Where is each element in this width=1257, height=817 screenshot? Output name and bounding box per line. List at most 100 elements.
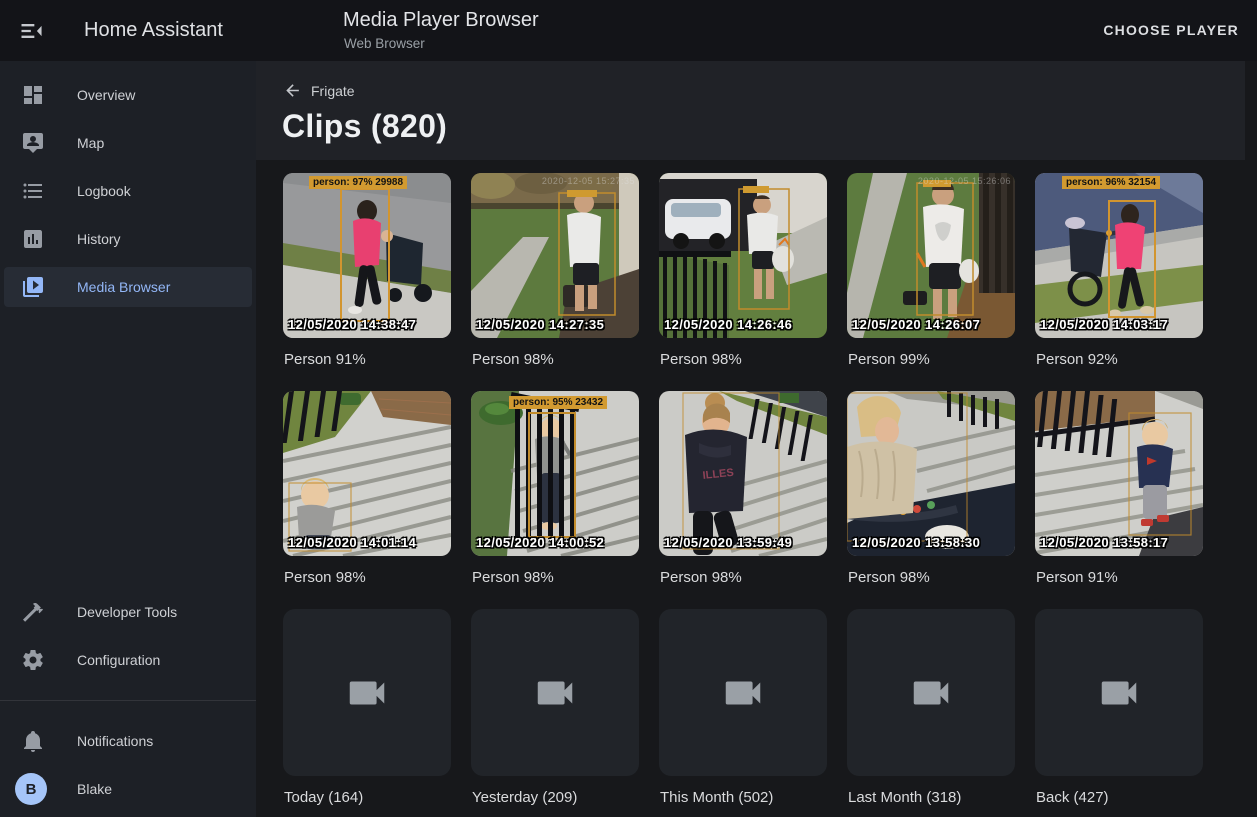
clip-thumbnail[interactable]: person: 96% 32154 12/05/2020 14:03:17 bbox=[1035, 173, 1203, 338]
sidebar: Overview Map Logbook History Media Brows… bbox=[0, 61, 256, 817]
clip-scene-woman-stroller-side bbox=[1035, 173, 1203, 338]
breadcrumb-label: Frigate bbox=[311, 83, 355, 99]
clip-card: 12/05/2020 13:58:17 Person 91% bbox=[1035, 391, 1203, 609]
page-heading: Clips (820) bbox=[282, 108, 447, 144]
clip-timestamp: 12/05/2020 14:26:46 bbox=[664, 317, 792, 332]
clip-card: 12/05/2020 14:26:46 Person 98% bbox=[659, 173, 827, 391]
media-browser-panel: Frigate Clips (820) bbox=[256, 61, 1257, 817]
page-subtitle: Web Browser bbox=[344, 36, 539, 51]
clip-timestamp: 12/05/2020 14:38:47 bbox=[288, 317, 416, 332]
camera-osd-timestamp: 2020-12-05 15:27:35 bbox=[542, 176, 635, 186]
avatar: B bbox=[15, 773, 47, 805]
folder-thumbnail[interactable] bbox=[847, 609, 1015, 776]
sidebar-toggle-icon[interactable] bbox=[18, 17, 46, 45]
folder-card-yesterday: Yesterday (209) bbox=[471, 609, 639, 817]
clip-caption: Person 98% bbox=[284, 569, 450, 586]
clip-caption: Person 98% bbox=[660, 351, 826, 368]
clip-thumbnail[interactable]: 12/05/2020 13:58:30 bbox=[847, 391, 1015, 556]
sidebar-item-label: Logbook bbox=[77, 183, 131, 199]
clip-card: 2020-12-05 15:27:35 12/05/2020 14:27:35 … bbox=[471, 173, 639, 391]
sidebar-spacer bbox=[0, 311, 256, 588]
sidebar-item-media-browser[interactable]: Media Browser bbox=[4, 267, 252, 307]
breadcrumb[interactable]: Frigate bbox=[283, 81, 355, 100]
clip-card: ILLES 12/05/2020 13:59:49 Person 98% bbox=[659, 391, 827, 609]
clip-caption: Person 92% bbox=[1036, 351, 1202, 368]
clip-card: person: 96% 32154 12/05/2020 14:03:17 Pe… bbox=[1035, 173, 1203, 391]
folder-caption: Yesterday (209) bbox=[472, 789, 638, 806]
folder-card-this-month: This Month (502) bbox=[659, 609, 827, 817]
clip-card: person: 97% 29988 12/05/2020 14:38:47 Pe… bbox=[283, 173, 451, 391]
sidebar-item-configuration[interactable]: Configuration bbox=[4, 640, 252, 680]
sidebar-item-map[interactable]: Map bbox=[4, 123, 252, 163]
clip-scene-man-back-bags bbox=[847, 173, 1015, 338]
sidebar-item-label: History bbox=[77, 231, 121, 247]
clip-caption: Person 98% bbox=[848, 569, 1014, 586]
clip-scene-woman-hoodie: ILLES bbox=[659, 391, 827, 556]
clip-caption: Person 91% bbox=[284, 351, 450, 368]
folder-thumbnail[interactable] bbox=[283, 609, 451, 776]
sidebar-item-label: Overview bbox=[77, 87, 135, 103]
sidebar-item-history[interactable]: History bbox=[4, 219, 252, 259]
media-grid: person: 97% 29988 12/05/2020 14:38:47 Pe… bbox=[256, 160, 1257, 817]
folder-thumbnail[interactable] bbox=[471, 609, 639, 776]
clip-thumbnail[interactable]: 2020-12-05 15:26:06 12/05/2020 14:26:07 bbox=[847, 173, 1015, 338]
clip-thumbnail[interactable]: 2020-12-05 15:27:35 12/05/2020 14:27:35 bbox=[471, 173, 639, 338]
clip-thumbnail[interactable]: 12/05/2020 14:01:14 bbox=[283, 391, 451, 556]
clip-scene-toddler-sidewalk bbox=[283, 391, 451, 556]
dashboard-icon bbox=[21, 83, 45, 107]
sidebar-user[interactable]: B Blake bbox=[4, 769, 252, 809]
clip-timestamp: 12/05/2020 14:03:17 bbox=[1040, 317, 1168, 332]
chart-box-icon bbox=[21, 227, 45, 251]
user-name: Blake bbox=[77, 781, 112, 797]
clip-card: 12/05/2020 14:01:14 Person 98% bbox=[283, 391, 451, 609]
detection-label: person: 95% 23432 bbox=[509, 396, 607, 409]
clip-timestamp: 12/05/2020 14:26:07 bbox=[852, 317, 980, 332]
clip-caption: Person 99% bbox=[848, 351, 1014, 368]
video-camera-icon bbox=[720, 670, 766, 716]
app-header: Home Assistant Media Player Browser Web … bbox=[0, 0, 1257, 61]
clip-scene-child-railing bbox=[471, 391, 639, 556]
clip-scene-man-garage-bags bbox=[659, 173, 827, 338]
clip-caption: Person 98% bbox=[660, 569, 826, 586]
folder-thumbnail[interactable] bbox=[659, 609, 827, 776]
video-camera-icon bbox=[1096, 670, 1142, 716]
camera-osd-timestamp: 2020-12-05 15:26:06 bbox=[918, 176, 1011, 186]
folder-thumbnail[interactable] bbox=[1035, 609, 1203, 776]
clip-thumbnail[interactable]: ILLES 12/05/2020 13:59:49 bbox=[659, 391, 827, 556]
folder-card-back: Back (427) bbox=[1035, 609, 1203, 817]
clip-thumbnail[interactable]: 12/05/2020 14:26:46 bbox=[659, 173, 827, 338]
choose-player-button[interactable]: CHOOSE PLAYER bbox=[1095, 0, 1247, 61]
clip-scene-boy-navy-shirt bbox=[1035, 391, 1203, 556]
video-camera-icon bbox=[908, 670, 954, 716]
clip-thumbnail[interactable]: 12/05/2020 13:58:17 bbox=[1035, 391, 1203, 556]
clip-caption: Person 91% bbox=[1036, 569, 1202, 586]
folder-caption: Last Month (318) bbox=[848, 789, 1014, 806]
folder-caption: This Month (502) bbox=[660, 789, 826, 806]
video-camera-icon bbox=[344, 670, 390, 716]
sidebar-item-label: Media Browser bbox=[77, 279, 170, 295]
clip-thumbnail[interactable]: person: 97% 29988 12/05/2020 14:38:47 bbox=[283, 173, 451, 338]
media-browser-header: Frigate Clips (820) bbox=[256, 61, 1245, 160]
sidebar-item-notifications[interactable]: Notifications bbox=[4, 721, 252, 761]
sidebar-item-logbook[interactable]: Logbook bbox=[4, 171, 252, 211]
clip-timestamp: 12/05/2020 14:01:14 bbox=[288, 535, 416, 550]
sidebar-divider bbox=[0, 700, 256, 701]
clip-timestamp: 12/05/2020 13:59:49 bbox=[664, 535, 792, 550]
play-box-multiple-icon bbox=[21, 275, 45, 299]
hammer-icon bbox=[21, 600, 45, 624]
sidebar-item-overview[interactable]: Overview bbox=[4, 75, 252, 115]
clip-caption: Person 98% bbox=[472, 569, 638, 586]
sidebar-item-label: Notifications bbox=[77, 733, 153, 749]
account-tooltip-icon bbox=[21, 131, 45, 155]
clip-scene-man-porch bbox=[471, 173, 639, 338]
clip-timestamp: 12/05/2020 13:58:17 bbox=[1040, 535, 1168, 550]
folder-caption: Today (164) bbox=[284, 789, 450, 806]
page-title-block: Media Player Browser Web Browser bbox=[343, 9, 539, 51]
sidebar-item-developer-tools[interactable]: Developer Tools bbox=[4, 592, 252, 632]
folder-card-last-month: Last Month (318) bbox=[847, 609, 1015, 817]
clip-thumbnail[interactable]: person: 95% 23432 12/05/2020 14:00:52 bbox=[471, 391, 639, 556]
video-camera-icon bbox=[532, 670, 578, 716]
gear-icon bbox=[21, 648, 45, 672]
folder-card-today: Today (164) bbox=[283, 609, 451, 817]
list-bulleted-icon bbox=[21, 179, 45, 203]
